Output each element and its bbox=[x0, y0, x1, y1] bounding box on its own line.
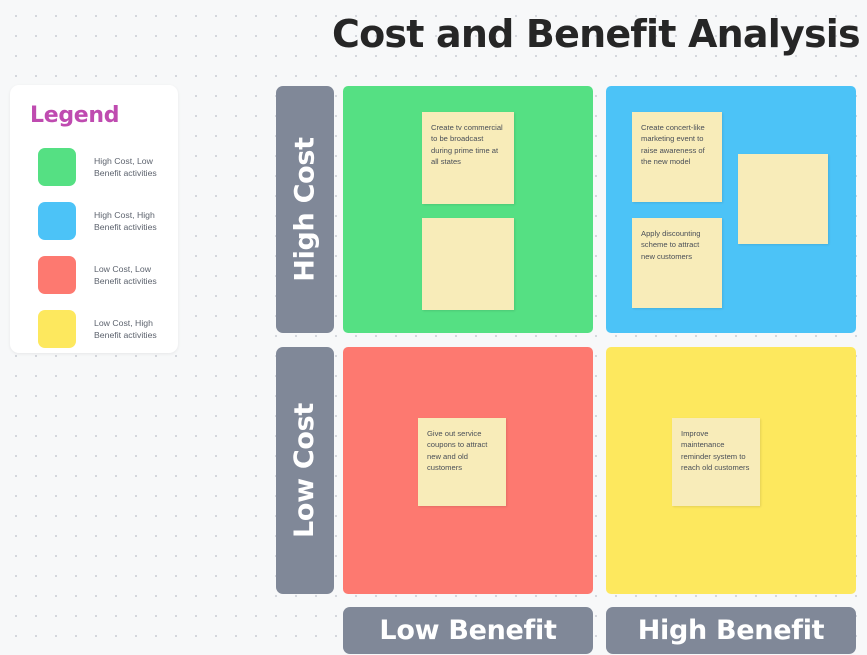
axis-label-low-cost-text: Low Cost bbox=[289, 402, 321, 539]
axis-label-high-cost: High Cost bbox=[276, 86, 334, 333]
axis-label-low-benefit-text: Low Benefit bbox=[379, 615, 557, 646]
legend-color-swatch bbox=[38, 148, 76, 186]
legend-title: Legend bbox=[30, 103, 120, 128]
sticky-note[interactable]: Apply discounting scheme to attract new … bbox=[632, 218, 722, 308]
legend-item-label: High Cost, High Benefit activities bbox=[94, 209, 157, 233]
legend-item-label: Low Cost, High Benefit activities bbox=[94, 317, 157, 341]
legend-panel: Legend High Cost, Low Benefit activities… bbox=[10, 85, 178, 353]
legend-item-high-cost-high-benefit: High Cost, High Benefit activities bbox=[26, 194, 162, 248]
legend-item-high-cost-low-benefit: High Cost, Low Benefit activities bbox=[26, 140, 162, 194]
sticky-note[interactable]: Give out service coupons to attract new … bbox=[418, 418, 506, 506]
axis-label-high-cost-text: High Cost bbox=[289, 137, 321, 282]
legend-item-label: High Cost, Low Benefit activities bbox=[94, 155, 157, 179]
legend-item-low-cost-low-benefit: Low Cost, Low Benefit activities bbox=[26, 248, 162, 302]
axis-label-low-cost: Low Cost bbox=[276, 347, 334, 594]
legend-item-label: Low Cost, Low Benefit activities bbox=[94, 263, 157, 287]
sticky-note[interactable]: Improve maintenance reminder system to r… bbox=[672, 418, 760, 506]
axis-label-high-benefit: High Benefit bbox=[606, 607, 856, 654]
legend-color-swatch bbox=[38, 256, 76, 294]
page-title: Cost and Benefit Analysis bbox=[332, 12, 861, 56]
sticky-note[interactable]: Create concert-like marketing event to r… bbox=[632, 112, 722, 202]
sticky-note[interactable] bbox=[738, 154, 828, 244]
sticky-note[interactable] bbox=[422, 218, 514, 310]
axis-label-low-benefit: Low Benefit bbox=[343, 607, 593, 654]
legend-color-swatch bbox=[38, 310, 76, 348]
legend-color-swatch bbox=[38, 202, 76, 240]
legend-item-low-cost-high-benefit: Low Cost, High Benefit activities bbox=[26, 302, 162, 356]
sticky-note[interactable]: Create tv commercial to be broadcast dur… bbox=[422, 112, 514, 204]
legend-list: High Cost, Low Benefit activities High Co… bbox=[26, 140, 162, 356]
axis-label-high-benefit-text: High Benefit bbox=[637, 615, 825, 646]
